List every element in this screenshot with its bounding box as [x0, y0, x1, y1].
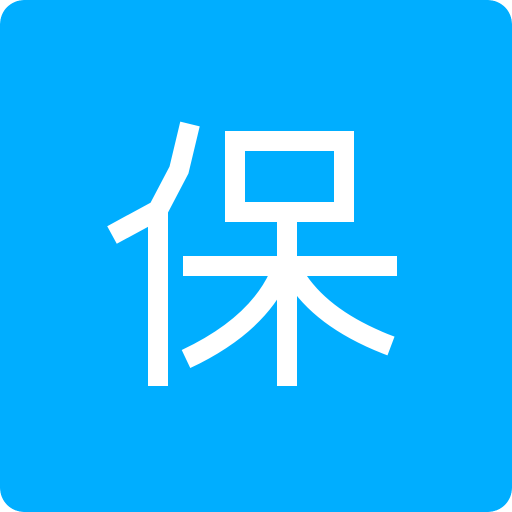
app-icon-graphic	[0, 0, 512, 512]
app-icon[interactable]: 保	[0, 0, 512, 512]
